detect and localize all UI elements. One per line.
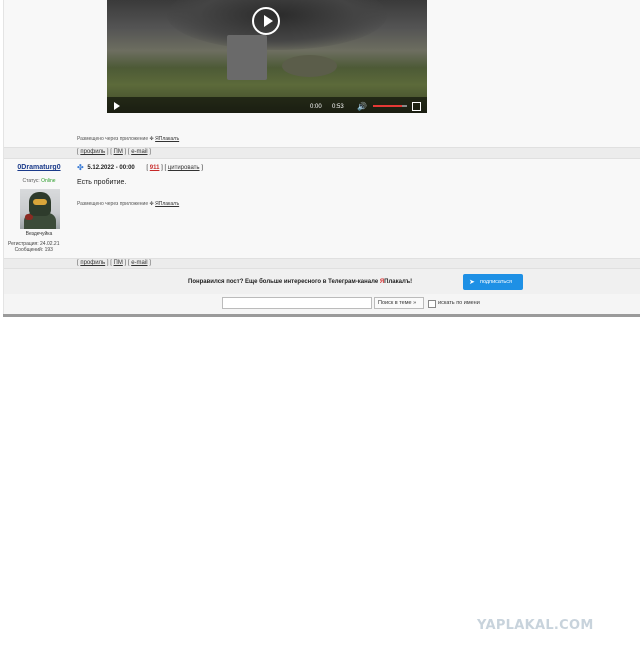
video-frame-hatch <box>227 35 267 80</box>
search-by-name-label: искать по имени <box>438 300 480 306</box>
quote-link[interactable]: цитировать <box>168 165 200 171</box>
telegram-text: Понравился пост? Еще больше интересного … <box>188 279 380 285</box>
author-name[interactable]: 0Dramaturg0 <box>4 164 74 171</box>
telegram-icon: ➤ <box>469 279 475 286</box>
video-frame-turret <box>282 55 337 77</box>
placed-via-app: Размещено через приложение ✤ ЯПлакалъ <box>77 136 179 142</box>
author-column: 0Dramaturg0 Статус: Online Вездечуйка Ре… <box>4 159 74 258</box>
subscribe-label: подписаться <box>480 279 512 285</box>
avatar[interactable] <box>20 189 60 229</box>
status-label: Статус: <box>22 178 40 184</box>
volume-slider-fill <box>373 105 402 107</box>
app-icon: ✤ <box>149 201 154 207</box>
fullscreen-icon[interactable] <box>412 102 421 111</box>
search-input[interactable] <box>222 297 372 309</box>
search-by-name-checkbox[interactable] <box>428 300 436 308</box>
post-date: 5.12.2022 - 00:00 <box>87 165 135 171</box>
pm-link[interactable]: ПМ <box>114 149 123 155</box>
email-link[interactable]: e-mail <box>131 260 147 266</box>
avatar-visor <box>33 199 47 205</box>
forum-topic: 0:00 0:53 🔊 Размещено через приложение ✤… <box>3 0 640 316</box>
volume-slider[interactable] <box>373 105 407 107</box>
search-button[interactable]: Поиск в теме » <box>374 297 424 309</box>
profile-link[interactable]: профиль <box>80 260 105 266</box>
post1-actions: [ профиль ] [ ПМ ] [ e-mail ] <box>4 147 640 159</box>
video-time-current: 0:00 <box>310 104 322 110</box>
video-time-remaining: 0:53 <box>332 104 344 110</box>
video-player[interactable]: 0:00 0:53 🔊 <box>107 0 427 113</box>
app-link[interactable]: ЯПлакалъ <box>155 136 179 142</box>
subscribe-button[interactable]: ➤ подписаться <box>463 274 523 290</box>
profile-link[interactable]: профиль <box>80 149 105 155</box>
topic-search: Поиск в теме » искать по имени <box>4 294 640 314</box>
play-small-icon[interactable] <box>114 102 120 110</box>
post-comment: 0Dramaturg0 Статус: Online Вездечуйка Ре… <box>4 159 640 258</box>
brand-rest: Плакалъ! <box>384 279 413 285</box>
author-stats: Регистрация: 24.02.21 Сообщений: 193 <box>8 241 59 253</box>
post-header: ✤ 5.12.2022 - 00:00 [ 911 ] [ цитировать… <box>77 163 203 172</box>
author-rank: Вездечуйка <box>25 231 53 237</box>
post1-links: [ профиль ] [ ПМ ] [ e-mail ] <box>77 149 151 155</box>
site-watermark: YAPLAKAL.COM <box>477 618 594 633</box>
status-value: Online <box>41 178 56 184</box>
telegram-promo: Понравился пост? Еще больше интересного … <box>4 268 640 295</box>
post2-links: [ профиль ] [ ПМ ] [ e-mail ] <box>77 260 151 266</box>
post-text: Есть пробитие. <box>77 179 127 186</box>
placed-prefix: Размещено через приложение <box>77 201 149 207</box>
placed-prefix: Размещено через приложение <box>77 136 149 142</box>
placed-via-app: Размещено через приложение ✤ ЯПлакалъ <box>77 201 179 207</box>
post-video: 0:00 0:53 🔊 Размещено через приложение ✤… <box>4 0 640 147</box>
app-link[interactable]: ЯПлакалъ <box>155 201 179 207</box>
telegram-promo-text: Понравился пост? Еще больше интересного … <box>188 279 412 285</box>
post-number[interactable]: 911 <box>150 165 160 171</box>
play-icon[interactable] <box>252 7 280 35</box>
email-link[interactable]: e-mail <box>131 149 147 155</box>
volume-icon[interactable]: 🔊 <box>357 102 367 111</box>
forum-bottom-border <box>3 314 640 317</box>
app-icon: ✤ <box>149 136 154 142</box>
author-status: Статус: Online <box>4 178 74 184</box>
post-link-icon[interactable]: ✤ <box>77 163 84 172</box>
pm-link[interactable]: ПМ <box>114 260 123 266</box>
post-count: Сообщений: 193 <box>14 247 53 253</box>
